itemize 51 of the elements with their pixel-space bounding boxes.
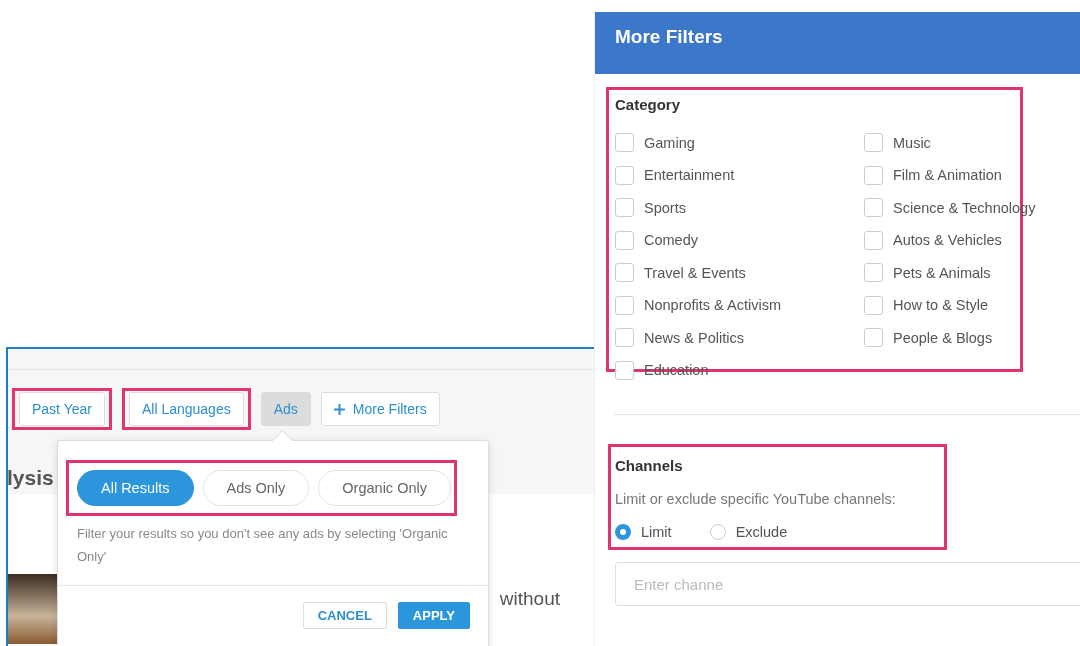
radio-button[interactable] xyxy=(615,524,631,540)
radio-label: Limit xyxy=(641,523,672,541)
checkbox-label: People & Blogs xyxy=(893,328,993,347)
checkbox[interactable] xyxy=(615,133,634,152)
checkbox[interactable] xyxy=(864,198,883,217)
help-text: Limit or exclude specific YouTube channels: xyxy=(615,491,897,507)
checkbox[interactable] xyxy=(615,295,634,315)
checkbox-label: Comedy xyxy=(644,231,698,249)
plus-icon xyxy=(333,403,345,415)
checkbox[interactable] xyxy=(615,230,634,250)
cancel-button[interactable]: CANCEL xyxy=(302,602,387,629)
checkbox-label: Entertainment xyxy=(644,166,735,184)
photo-placeholder xyxy=(8,574,58,644)
radio-button[interactable] xyxy=(709,524,726,540)
section-title: Category xyxy=(615,96,682,113)
section-title: Channels xyxy=(615,457,684,474)
checkbox[interactable] xyxy=(615,165,634,185)
option-pill[interactable]: Organic Only xyxy=(318,470,451,506)
filter-button[interactable]: More Filters xyxy=(320,392,440,426)
checkbox-label: Travel & Events xyxy=(644,263,746,282)
option-pill[interactable]: Ads Only xyxy=(202,470,310,506)
checkbox[interactable] xyxy=(615,263,634,282)
checkbox[interactable] xyxy=(864,295,883,315)
checkbox[interactable] xyxy=(864,133,883,152)
checkbox-label: Film & Animation xyxy=(893,166,1002,184)
checkbox-label: Gaming xyxy=(644,133,695,152)
result-title: without xyxy=(499,588,560,611)
checkbox[interactable] xyxy=(864,263,883,282)
filter-button[interactable]: Ads xyxy=(260,392,311,426)
help-text: Filter your results so you don't see any ads by selecting 'Organic Only' xyxy=(77,525,449,566)
checkbox-label: News & Politics xyxy=(644,328,744,347)
option-pill[interactable]: All Results xyxy=(77,470,194,506)
apply-button[interactable]: APPLY xyxy=(397,602,470,629)
radio-label: Exclude xyxy=(735,523,788,541)
checkbox[interactable] xyxy=(864,165,883,185)
checkbox[interactable] xyxy=(864,328,883,347)
panel-title: More Filters xyxy=(595,12,1080,74)
checkbox[interactable] xyxy=(615,198,634,217)
checkbox-label: Pets & Animals xyxy=(893,263,991,282)
checkbox-label: How to & Style xyxy=(893,296,989,314)
filter-button[interactable]: All Languages xyxy=(128,392,244,426)
checkbox[interactable] xyxy=(615,360,634,380)
checkbox-label: Music xyxy=(893,133,931,152)
checkbox[interactable] xyxy=(615,328,634,347)
checkbox-label: Autos & Vehicles xyxy=(893,231,1002,249)
checkbox-label: Sports xyxy=(644,198,686,217)
channel-input[interactable]: Enter channe xyxy=(615,562,1080,606)
section-heading: lysis xyxy=(8,466,54,490)
filter-button[interactable]: Past Year xyxy=(19,392,105,426)
checkbox-label: Nonprofits & Activism xyxy=(644,296,781,314)
checkbox[interactable] xyxy=(864,230,883,250)
